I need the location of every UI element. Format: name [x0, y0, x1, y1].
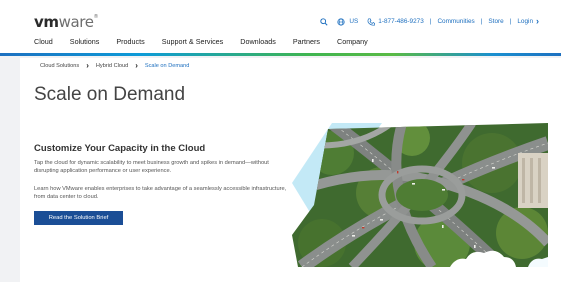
breadcrumb-cloud-solutions[interactable]: Cloud Solutions — [40, 63, 79, 69]
chevron-right-icon: › — [86, 61, 89, 70]
globe-icon — [337, 17, 345, 26]
region-label: US — [349, 18, 359, 25]
nav-item-downloads[interactable]: Downloads — [240, 37, 276, 46]
utility-bar: US 1-877-486-9273 | Communities | Store … — [320, 17, 539, 26]
nav-item-company[interactable]: Company — [337, 37, 368, 46]
vmware-logo[interactable]: vmware® — [34, 13, 99, 31]
phone-number: 1-877-486-9273 — [378, 18, 424, 25]
nav-item-solutions[interactable]: Solutions — [70, 37, 100, 46]
nav-item-products[interactable]: Products — [116, 37, 144, 46]
login-label: Login — [517, 18, 533, 25]
nav-item-support-services[interactable]: Support & Services — [162, 37, 224, 46]
login-link[interactable]: Login › — [517, 17, 539, 26]
communities-link[interactable]: Communities — [437, 18, 474, 25]
nav-item-cloud[interactable]: Cloud — [34, 37, 53, 46]
search-icon[interactable] — [320, 17, 328, 26]
intro-paragraph: Tap the cloud for dynamic scalability to… — [34, 160, 269, 175]
phone-icon — [367, 17, 376, 26]
section-subtitle: Customize Your Capacity in the Cloud — [34, 143, 206, 154]
main-nav: Cloud Solutions Products Support & Servi… — [34, 37, 385, 46]
chevron-right-icon: › — [135, 61, 138, 70]
phone-link[interactable]: 1-877-486-9273 — [367, 17, 424, 26]
breadcrumb-hybrid-cloud[interactable]: Hybrid Cloud — [96, 63, 128, 69]
store-link[interactable]: Store — [488, 18, 503, 25]
breadcrumb: Cloud Solutions › Hybrid Cloud › Scale o… — [40, 62, 189, 70]
brand-gradient-bar — [0, 53, 561, 56]
highway-interchange-image — [292, 123, 548, 267]
region-selector[interactable]: US — [337, 17, 359, 26]
read-solution-brief-button[interactable]: Read the Solution Brief — [34, 211, 123, 225]
nav-item-partners[interactable]: Partners — [293, 37, 320, 46]
page-title: Scale on Demand — [34, 84, 186, 105]
chevron-right-icon: › — [536, 16, 539, 26]
breadcrumb-current: Scale on Demand — [144, 63, 190, 69]
detail-paragraph: Learn how VMware enables enterprises to … — [34, 186, 287, 201]
